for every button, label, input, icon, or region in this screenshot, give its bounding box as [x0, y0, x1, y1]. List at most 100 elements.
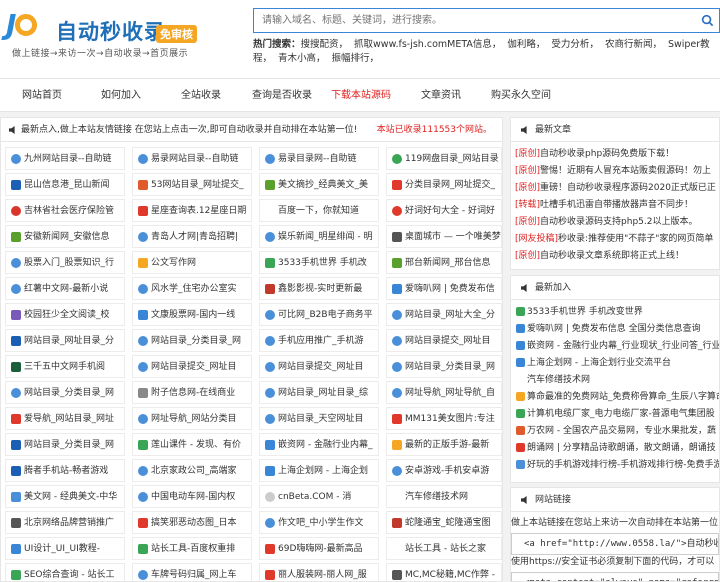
site-link[interactable]: 美文网 - 经典美文-中华	[5, 485, 125, 508]
site-link[interactable]: 车牌号码归属_网上车	[132, 563, 252, 581]
article-link[interactable]: [转载]吐槽手机迅雷自带播放器声音不同步！	[515, 197, 719, 214]
site-link[interactable]: 安卓游戏-手机安卓游	[386, 459, 502, 482]
newest-site-link[interactable]: 上海企划网 - 上海企划行业交流平台	[515, 355, 719, 372]
site-link[interactable]: 网站目录_分类目录_网	[132, 329, 252, 352]
site-link[interactable]: 星座查询表.12星座日期	[132, 199, 252, 222]
site-link[interactable]: 作文吧_中小学生作文	[259, 511, 379, 534]
article-link[interactable]: [原创]重磅！自动秒收录程序源码2020正式版已正	[515, 180, 719, 197]
site-link[interactable]: 丽人服装网-丽人网_服	[259, 563, 379, 581]
site-link[interactable]: 鑫影影视-实时更新最	[259, 277, 379, 300]
site-logo[interactable]: J 自动秒收录 免审核 做上链接→来访一次→自动收录→首页展示	[6, 8, 206, 60]
article-link[interactable]: [网友投稿]秒收录:推荐使用"不蒜子"家的网页简单	[515, 231, 719, 248]
site-link[interactable]: 嵌资网 - 金融行业内幕_	[259, 433, 379, 456]
article-link[interactable]: [原创]自动秒收录php源码免费版下载！	[515, 146, 719, 163]
hot-item[interactable]: 振幅排行，	[332, 53, 380, 64]
site-link[interactable]: 网站目录提交_网址目	[259, 355, 379, 378]
site-link[interactable]: 中国电动车网-国内权	[132, 485, 252, 508]
site-link[interactable]: 网站目录_网址目录_分	[5, 329, 125, 352]
article-link[interactable]: [原创]自动秒收录源码支持php5.2以上版本。	[515, 214, 719, 231]
site-link[interactable]: 公文写作网	[132, 251, 252, 274]
newest-site-link[interactable]: 万农网 - 全国农产品交易网，专业水果批发，蔬	[515, 423, 719, 440]
nav-check-indexed[interactable]: 查询是否收录	[252, 79, 312, 113]
site-link[interactable]: 好词好句大全 - 好词好	[386, 199, 502, 222]
search-input[interactable]	[254, 9, 695, 32]
site-link[interactable]: 网址导航_网站分类目	[132, 407, 252, 430]
site-link[interactable]: 腾者手机站-畅者游戏	[5, 459, 125, 482]
site-link[interactable]: 青岛人才网|青岛招聘|	[132, 225, 252, 248]
site-link[interactable]: 股票入门_股票知识_行	[5, 251, 125, 274]
site-link[interactable]: 站长工具-百度权重排	[132, 537, 252, 560]
site-link[interactable]: 可比网_B2B电子商务平	[259, 303, 379, 326]
newest-site-link[interactable]: 计算机电缆厂家_电力电缆厂家-普源电气集团股	[515, 406, 719, 423]
site-link[interactable]: UI设计_UI_UI教程-	[5, 537, 125, 560]
site-link[interactable]: 易录网站目录--自助链	[132, 147, 252, 170]
hot-item[interactable]: 青木小高，	[278, 53, 326, 64]
site-link[interactable]: 网站目录_分类目录_网	[386, 355, 502, 378]
site-link[interactable]: 莲山课件 - 发现、有价	[132, 433, 252, 456]
nav-articles[interactable]: 文章资讯	[421, 79, 461, 113]
site-link[interactable]: 北京网络品牌营销推广	[5, 511, 125, 534]
nav-download-source[interactable]: 下载本站源码	[331, 79, 391, 113]
site-link[interactable]: 网站目录_分类目录_网	[5, 381, 125, 404]
site-link[interactable]: 易录目录网--自助链	[259, 147, 379, 170]
site-link[interactable]: 69D嗨嗨网-最新高品	[259, 537, 379, 560]
site-link[interactable]: 网站目录_天空网址目	[259, 407, 379, 430]
site-link[interactable]: 文康股票网-国内一线	[132, 303, 252, 326]
site-link[interactable]: 网站目录提交_网址目	[386, 329, 502, 352]
site-link[interactable]: SEO综合查询 - 站长工	[5, 563, 125, 581]
site-link[interactable]: 汽车修缮技术网	[386, 485, 502, 508]
site-link[interactable]: 爱嗨叭网 | 免费发布信	[386, 277, 502, 300]
referrer-code-snippet[interactable]: <meta content="always" name="referrer">	[511, 572, 719, 581]
newest-site-link[interactable]: 汽车修缮技术网	[515, 372, 719, 389]
site-link[interactable]: 上海企划网 - 上海企划	[259, 459, 379, 482]
hot-item[interactable]: 伽利略，	[507, 39, 545, 50]
hot-item[interactable]: 农商行新闻，	[605, 39, 662, 50]
site-link[interactable]: 53网站目录_网址提交_	[132, 173, 252, 196]
article-link[interactable]: [原创]警惕！近期有人冒充本站贩卖假源码！勿上	[515, 163, 719, 180]
site-link[interactable]: 站长工具 - 站长之家	[386, 537, 502, 560]
site-link[interactable]: 爱导航_网站目录_网址	[5, 407, 125, 430]
newest-site-link[interactable]: 朗诵网 | 分享精品诗歌朗诵，散文朗诵，朗诵技	[515, 440, 719, 457]
newest-site-link[interactable]: 好玩的手机游戏排行榜-手机游戏排行榜-免费手游	[515, 457, 719, 474]
site-link[interactable]: 蛇隆通宝_蛇隆通宝图	[386, 511, 502, 534]
hot-item[interactable]: 抓取www.fs-jsh.comMETA信息，	[354, 39, 501, 50]
site-link[interactable]: 娱乐新闻_明星绯闻 - 明	[259, 225, 379, 248]
newest-site-link[interactable]: 嵌资网 - 金融行业内幕_行业现状_行业问答_行业	[515, 338, 719, 355]
site-link[interactable]: 风水学_住宅办公室实	[132, 277, 252, 300]
hot-item[interactable]: 搜搜配资，	[301, 39, 349, 50]
site-link[interactable]: 手机应用推广_手机游	[259, 329, 379, 352]
site-link[interactable]: 网站目录_网址大全_分	[386, 303, 502, 326]
site-link[interactable]: 九州网站目录--自助链	[5, 147, 125, 170]
link-code-snippet[interactable]: <a href="http://www.0558.la/">自动秒收录<	[511, 533, 719, 555]
site-link[interactable]: MC,MC秘籍,MC作弊 -	[386, 563, 502, 581]
site-link[interactable]: 三千五中文网手机阅	[5, 355, 125, 378]
site-link[interactable]: 北京家政公司_高端家	[132, 459, 252, 482]
site-link[interactable]: 3533手机世界 手机改	[259, 251, 379, 274]
article-link[interactable]: [原创]自动秒收录文章系统即将正式上线！	[515, 248, 719, 265]
site-link[interactable]: 美文摘抄_经典美文_美	[259, 173, 379, 196]
site-link[interactable]: cnBeta.COM - 消	[259, 485, 379, 508]
newest-site-link[interactable]: 算命最准的免费网站_免费称骨算命_生辰八字算命	[515, 389, 719, 406]
site-link[interactable]: 红薯中文网-最新小说	[5, 277, 125, 300]
site-link[interactable]: 分类目录网_网址提交_	[386, 173, 502, 196]
site-link[interactable]: 附子信息网-在线商业	[132, 381, 252, 404]
nav-buy-space[interactable]: 购买永久空间	[491, 79, 551, 113]
nav-how-to-join[interactable]: 如何加入	[101, 79, 141, 113]
search-button[interactable]	[695, 9, 719, 32]
site-link[interactable]: 安徽新闻网_安徽信息	[5, 225, 125, 248]
nav-home[interactable]: 网站首页	[22, 79, 62, 113]
site-link[interactable]: 邢台新闻网_邢台信息	[386, 251, 502, 274]
site-link[interactable]: 搞笑邪恶动态图_日本	[132, 511, 252, 534]
site-link[interactable]: 119网盘目录_网站目录	[386, 147, 502, 170]
hot-item[interactable]: 受力分析，	[551, 39, 599, 50]
site-link[interactable]: MM131美女图片:专注	[386, 407, 502, 430]
site-link[interactable]: 最新的正版手游-最新	[386, 433, 502, 456]
newest-site-link[interactable]: 3533手机世界 手机改变世界	[515, 304, 719, 321]
site-link[interactable]: 校园狂少全文阅读_校	[5, 303, 125, 326]
nav-all-sites[interactable]: 全站收录	[181, 79, 221, 113]
site-link[interactable]: 网站目录_网址目录_综	[259, 381, 379, 404]
site-link[interactable]: 百度一下，你就知道	[259, 199, 379, 222]
site-link[interactable]: 吉林省社会医疗保险管	[5, 199, 125, 222]
newest-site-link[interactable]: 爱嗨叭网 | 免费发布信息 全国分类信息查询	[515, 321, 719, 338]
site-link[interactable]: 网址导航_网址导航_自	[386, 381, 502, 404]
